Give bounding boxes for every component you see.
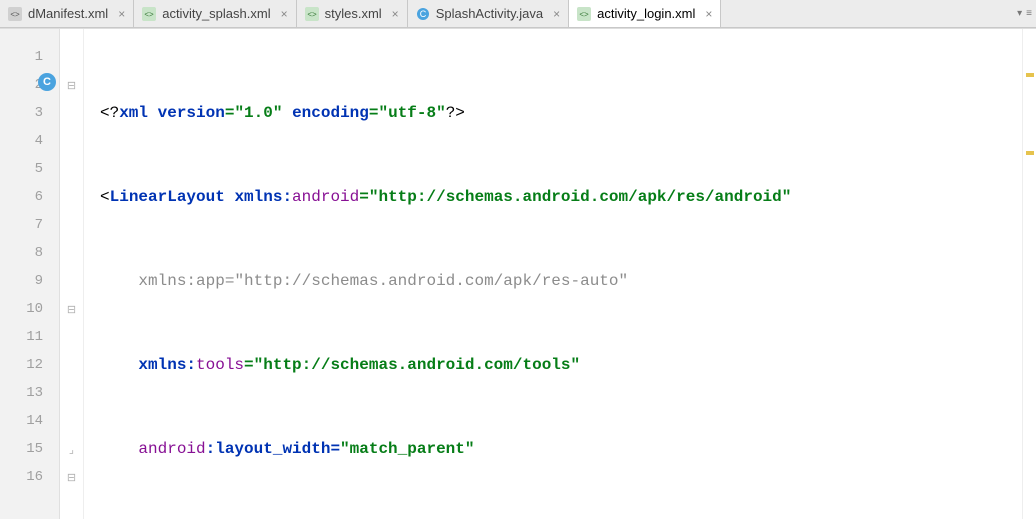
dropdown-icon: ▾: [1017, 8, 1022, 19]
line-number: 5: [0, 155, 59, 183]
line-number: 9: [0, 267, 59, 295]
line-number: 3: [0, 99, 59, 127]
badge-text: C: [43, 76, 51, 88]
fold-end-icon: ⌟: [60, 435, 83, 463]
tab-bar: <> dManifest.xml × <> activity_splash.xm…: [0, 0, 1036, 28]
line-number: 14: [0, 407, 59, 435]
line-number: 8: [0, 239, 59, 267]
line-number: 11: [0, 323, 59, 351]
tab-splash-activity-java[interactable]: C SplashActivity.java ×: [408, 0, 569, 27]
layout-file-icon: <>: [305, 7, 319, 21]
warning-marker[interactable]: [1026, 151, 1034, 155]
layout-file-icon: <>: [142, 7, 156, 21]
line-number: 10: [0, 295, 59, 323]
close-icon[interactable]: ×: [118, 7, 125, 21]
code-text: android: [138, 440, 205, 458]
code-text: xml version: [119, 104, 225, 122]
fold-toggle[interactable]: ⊟: [60, 295, 83, 323]
line-number: 4: [0, 127, 59, 155]
xml-file-icon: <>: [8, 7, 22, 21]
tab-styles[interactable]: <> styles.xml ×: [297, 0, 408, 27]
svg-text:<>: <>: [307, 10, 317, 19]
tab-manifest[interactable]: <> dManifest.xml ×: [0, 0, 134, 27]
code-text: [282, 104, 292, 122]
svg-text:C: C: [419, 9, 426, 19]
code-text: LinearLayout: [110, 188, 235, 206]
error-stripe[interactable]: [1022, 29, 1036, 519]
code-text: "http://schemas.android.com/tools": [254, 356, 580, 374]
code-text: <: [100, 188, 110, 206]
class-icon: C: [38, 73, 56, 91]
layout-file-icon: <>: [577, 7, 591, 21]
code-text: <?: [100, 104, 119, 122]
code-text: =: [244, 356, 254, 374]
line-number: 12: [0, 351, 59, 379]
warning-marker[interactable]: [1026, 73, 1034, 77]
svg-text:<>: <>: [145, 10, 155, 19]
tab-label: activity_splash.xml: [162, 6, 270, 21]
line-number: 13: [0, 379, 59, 407]
context-badge[interactable]: C: [38, 73, 58, 93]
code-text: "http://schemas.android.com/apk/res-auto…: [234, 272, 628, 290]
fold-column: ⊟ ⊟ ⌟ ⊟: [60, 29, 84, 519]
svg-text:<>: <>: [579, 10, 589, 19]
code-text: "http://schemas.android.com/apk/res/andr…: [369, 188, 791, 206]
code-text: =: [359, 188, 369, 206]
tab-activity-login[interactable]: <> activity_login.xml ×: [569, 0, 721, 27]
tab-options[interactable]: ▾ ≡: [1013, 0, 1036, 27]
tab-label: dManifest.xml: [28, 6, 108, 21]
editor: 1 2 3 4 5 6 7 8 9 10 11 12 13 14 15 16 C…: [0, 28, 1036, 519]
code-area[interactable]: <?xml version="1.0" encoding="utf-8"?> <…: [84, 29, 1022, 519]
code-text: xmlns:: [138, 272, 196, 290]
close-icon[interactable]: ×: [392, 7, 399, 21]
close-icon[interactable]: ×: [281, 7, 288, 21]
tab-label: SplashActivity.java: [436, 6, 543, 21]
code-text: ?>: [446, 104, 465, 122]
code-text: =: [225, 104, 235, 122]
line-number: 7: [0, 211, 59, 239]
menu-icon: ≡: [1026, 8, 1032, 19]
fold-toggle[interactable]: ⊟: [60, 463, 83, 491]
tab-label: styles.xml: [325, 6, 382, 21]
fold-toggle[interactable]: ⊟: [60, 71, 83, 99]
svg-text:<>: <>: [10, 10, 20, 19]
code-text: "1.0": [234, 104, 282, 122]
line-number: 6: [0, 183, 59, 211]
code-text: tools: [196, 356, 244, 374]
code-text: "utf-8": [378, 104, 445, 122]
code-text: :layout_width=: [206, 440, 340, 458]
close-icon[interactable]: ×: [705, 7, 712, 21]
line-number: 15: [0, 435, 59, 463]
code-text: "match_parent": [340, 440, 474, 458]
tab-label: activity_login.xml: [597, 6, 695, 21]
code-text: =: [225, 272, 235, 290]
code-text: encoding: [292, 104, 369, 122]
code-text: android: [292, 188, 359, 206]
tab-activity-splash[interactable]: <> activity_splash.xml ×: [134, 0, 296, 27]
code-text: app: [196, 272, 225, 290]
line-number-gutter: 1 2 3 4 5 6 7 8 9 10 11 12 13 14 15 16: [0, 29, 60, 519]
code-text: xmlns:: [138, 356, 196, 374]
close-icon[interactable]: ×: [553, 7, 560, 21]
java-class-icon: C: [416, 7, 430, 21]
code-text: xmlns:: [234, 188, 292, 206]
line-number: 1: [0, 43, 59, 71]
line-number: 16: [0, 463, 59, 491]
